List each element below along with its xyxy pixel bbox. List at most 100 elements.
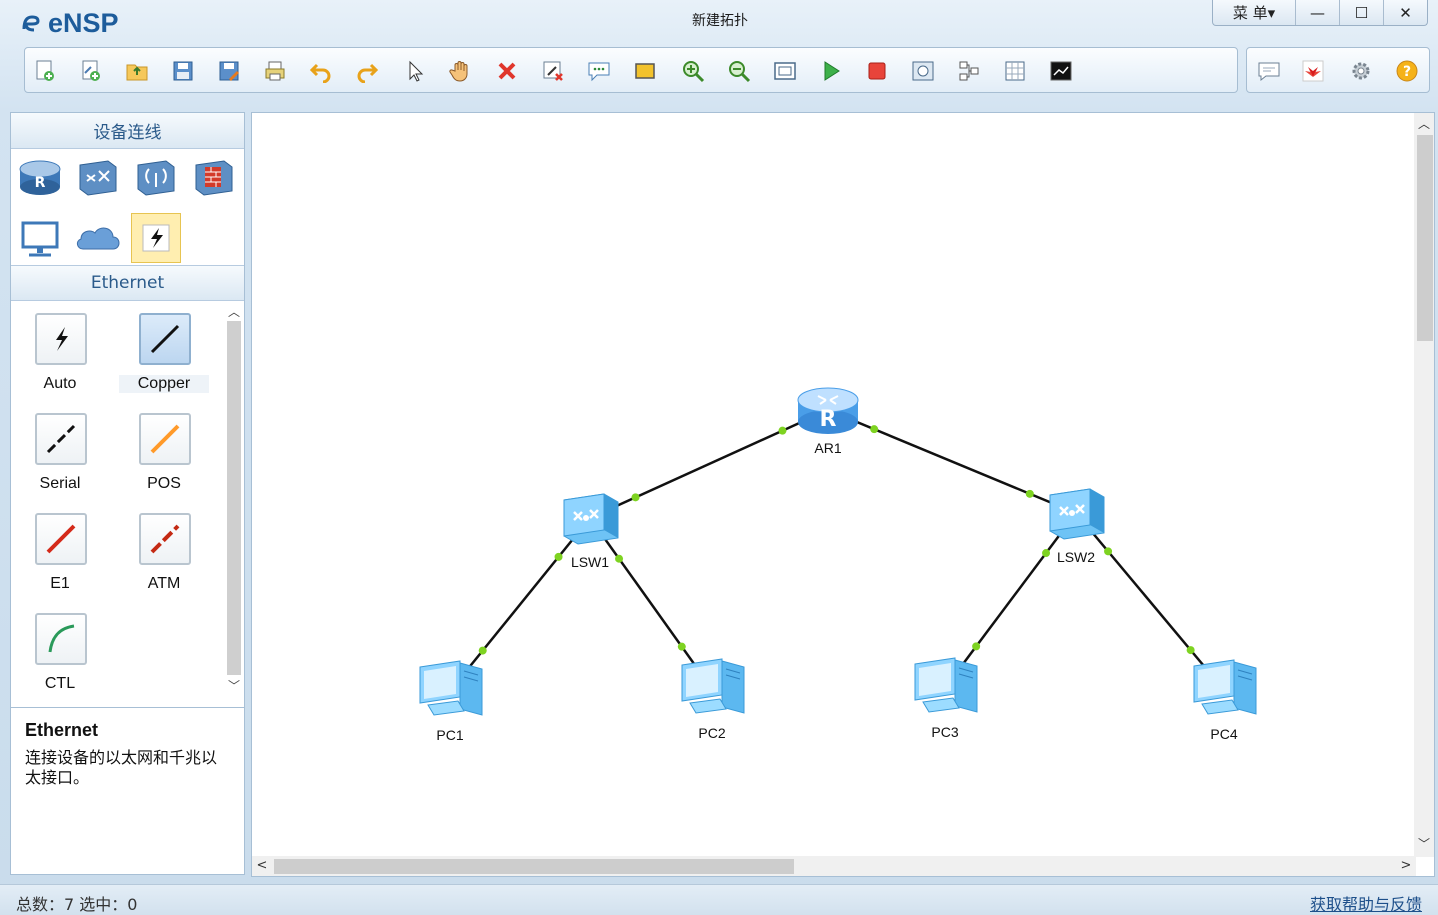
atm-cable-icon — [139, 513, 191, 565]
new-example-icon[interactable] — [77, 57, 105, 85]
fit-view-icon[interactable] — [771, 57, 799, 85]
print-icon[interactable] — [261, 57, 289, 85]
cable-list: Auto Copper Serial POS E1 ATM CTL ︿ ﹀ — [11, 301, 244, 697]
window-controls: 菜 单▾ — ☐ ✕ — [1212, 0, 1428, 26]
cable-copper[interactable]: Copper — [119, 305, 209, 401]
console-icon[interactable] — [1047, 57, 1075, 85]
help-feedback-link[interactable]: 获取帮助与反馈 — [1310, 891, 1422, 915]
scroll-right-arrow-icon[interactable]: > — [1396, 856, 1416, 876]
ensp-logo-icon — [22, 15, 40, 32]
select-icon[interactable] — [401, 57, 429, 85]
cable-ctl[interactable]: CTL — [15, 605, 105, 701]
cloud-icon[interactable] — [73, 213, 123, 263]
app-name: eNSP — [48, 7, 119, 38]
description-text: 连接设备的以太网和千兆以太接口。 — [25, 748, 218, 787]
settings-gear-icon[interactable] — [1347, 57, 1375, 85]
zoom-in-icon[interactable] — [679, 57, 707, 85]
cable-label: ATM — [147, 575, 181, 592]
link-ar1-lsw2[interactable] — [827, 408, 1077, 515]
port-status-dot — [778, 426, 787, 435]
node-label-pc3[interactable]: PC3 — [915, 724, 975, 740]
link-ar1-lsw1[interactable] — [589, 408, 829, 520]
cable-label: E1 — [50, 575, 70, 592]
port-status-dot — [972, 642, 981, 651]
pc-pc1-icon[interactable] — [419, 660, 483, 716]
scroll-up-arrow-icon[interactable]: ︿ — [1414, 115, 1434, 132]
scrollbar-thumb[interactable] — [1417, 135, 1433, 341]
switch-lsw2-icon[interactable] — [1049, 488, 1105, 540]
secondary-toolbar: ? — [1246, 47, 1430, 93]
huawei-logo-icon[interactable] — [1299, 57, 1327, 85]
save-as-icon[interactable] — [215, 57, 243, 85]
maximize-button[interactable]: ☐ — [1339, 0, 1383, 25]
firewall-icon[interactable] — [189, 153, 239, 203]
redo-icon[interactable] — [353, 57, 381, 85]
canvas-vertical-scrollbar[interactable]: ︿ ﹀ — [1414, 113, 1434, 857]
topology-canvas[interactable]: R AR1 LSW1 LSW2 PC1 PC2 PC3 PC4 ︿ ﹀ < > — [251, 112, 1435, 877]
cable-label: Copper — [119, 375, 209, 393]
menu-button[interactable]: 菜 单▾ — [1213, 0, 1295, 25]
router-icon[interactable]: R — [15, 153, 65, 203]
node-label-ar1[interactable]: AR1 — [798, 440, 858, 456]
scroll-down-arrow-icon[interactable]: ﹀ — [1414, 835, 1434, 852]
description-box: Ethernet 连接设备的以太网和千兆以太接口。 — [11, 707, 244, 874]
pc-pc4-icon[interactable] — [1193, 659, 1257, 715]
scroll-down-arrow-icon[interactable]: ﹀ — [227, 679, 241, 693]
grid-icon[interactable] — [1001, 57, 1029, 85]
switch-icon[interactable] — [73, 153, 123, 203]
pan-hand-icon[interactable] — [447, 57, 475, 85]
delete-link-icon[interactable] — [539, 57, 567, 85]
e1-cable-icon — [35, 513, 87, 565]
status-count: 总数：7 选中：0 — [16, 895, 138, 914]
node-label-pc4[interactable]: PC4 — [1194, 726, 1254, 742]
delete-icon[interactable] — [493, 57, 521, 85]
scroll-up-arrow-icon[interactable]: ︿ — [227, 305, 241, 319]
port-status-dot — [1025, 489, 1034, 498]
node-label-lsw1[interactable]: LSW1 — [560, 554, 620, 570]
port-status-dot — [677, 642, 686, 651]
device-category-grid: R — [11, 149, 244, 265]
minimize-button[interactable]: — — [1295, 0, 1339, 25]
node-label-lsw2[interactable]: LSW2 — [1046, 549, 1106, 565]
pc-pc3-icon[interactable] — [914, 657, 978, 713]
rectangle-icon[interactable] — [631, 57, 659, 85]
topology-icon[interactable] — [955, 57, 983, 85]
cable-atm[interactable]: ATM — [119, 505, 209, 601]
cable-e1[interactable]: E1 — [15, 505, 105, 601]
app-logo: eNSP — [20, 8, 119, 38]
capture-icon[interactable] — [909, 57, 937, 85]
port-status-dot — [631, 493, 640, 502]
scrollbar-thumb[interactable] — [227, 321, 241, 675]
new-topology-icon[interactable] — [31, 57, 59, 85]
open-icon[interactable] — [123, 57, 151, 85]
cable-list-scrollbar[interactable]: ︿ ﹀ — [225, 305, 241, 695]
router-ar1-icon[interactable]: R — [797, 387, 859, 434]
cable-pos[interactable]: POS — [119, 405, 209, 501]
link-lsw2-pc4[interactable] — [1075, 512, 1225, 691]
message-icon[interactable] — [1255, 57, 1283, 85]
close-button[interactable]: ✕ — [1383, 0, 1427, 25]
scrollbar-thumb[interactable] — [274, 859, 794, 874]
switch-lsw1-icon[interactable] — [563, 493, 619, 545]
link-lsw2-pc3[interactable] — [943, 512, 1078, 689]
text-annotation-icon[interactable] — [585, 57, 613, 85]
undo-icon[interactable] — [307, 57, 335, 85]
pc-terminal-icon[interactable] — [15, 213, 65, 263]
cable-label: Auto — [43, 375, 77, 392]
cable-serial[interactable]: Serial — [15, 405, 105, 501]
wireless-icon[interactable] — [131, 153, 181, 203]
cable-auto[interactable]: Auto — [15, 305, 105, 401]
cable-icon[interactable] — [131, 213, 181, 263]
link-lsw1-pc1[interactable] — [449, 517, 591, 692]
stop-device-icon[interactable] — [863, 57, 891, 85]
node-label-pc2[interactable]: PC2 — [682, 725, 742, 741]
start-device-icon[interactable] — [817, 57, 845, 85]
node-label-pc1[interactable]: PC1 — [420, 727, 480, 743]
scroll-left-arrow-icon[interactable]: < — [252, 856, 272, 876]
cable-label: POS — [147, 475, 181, 492]
pc-pc2-icon[interactable] — [681, 658, 745, 714]
zoom-out-icon[interactable] — [725, 57, 753, 85]
help-icon[interactable]: ? — [1393, 57, 1421, 85]
canvas-horizontal-scrollbar[interactable]: < > — [252, 856, 1416, 876]
save-icon[interactable] — [169, 57, 197, 85]
